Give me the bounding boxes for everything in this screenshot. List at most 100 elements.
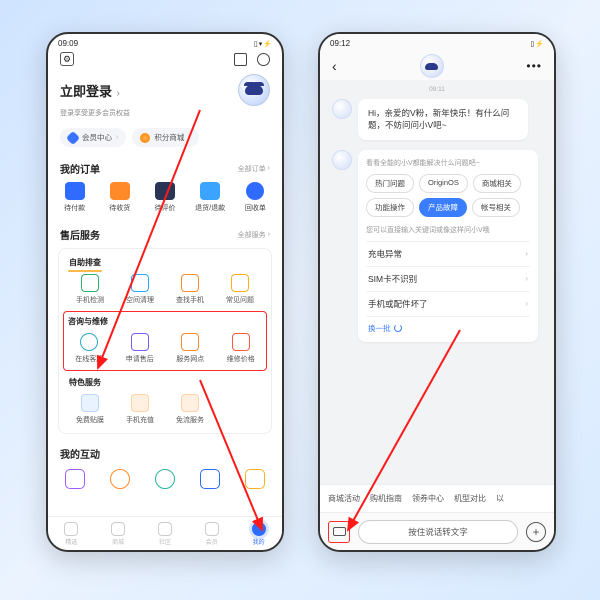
- chevron-right-icon: ›: [268, 231, 270, 238]
- status-time: 09:12: [330, 39, 350, 48]
- quick-charge[interactable]: 充电异常›: [366, 241, 530, 266]
- interact-row: [48, 463, 282, 491]
- suggestion-row: 商城活动 购机指南 领券中心 机型对比 以: [320, 484, 554, 512]
- greeting-row: Hi，亲爱的V粉，新年快乐！有什么问题，不妨问问小V吧~: [320, 97, 554, 148]
- chip-originos[interactable]: OriginOS: [419, 174, 468, 193]
- card-row: 看看全能的小V都能解决什么问题吧~ 热门问题 OriginOS 商城相关 功能操…: [320, 148, 554, 350]
- bot-avatar-small: [332, 99, 352, 119]
- bot-avatar-small: [332, 150, 352, 170]
- interact-item[interactable]: [200, 469, 220, 489]
- greeting-bubble: Hi，亲爱的V粉，新年快乐！有什么问题，不妨问问小V吧~: [358, 99, 528, 140]
- avatar[interactable]: [238, 74, 270, 106]
- phone-icon: [81, 274, 99, 292]
- chip-function[interactable]: 功能操作: [366, 198, 414, 217]
- data-icon: [181, 394, 199, 412]
- free-data[interactable]: 免流服务: [168, 394, 212, 425]
- suggest-item[interactable]: 领券中心: [412, 493, 444, 504]
- search-icon[interactable]: [257, 53, 270, 66]
- chip-account[interactable]: 帐号相关: [472, 198, 520, 217]
- repair-price[interactable]: 维修价格: [219, 333, 263, 364]
- back-button[interactable]: ‹: [332, 58, 337, 74]
- headset-icon: [80, 333, 98, 351]
- pill-label: 会员中心: [82, 132, 112, 143]
- interact-item[interactable]: [245, 469, 265, 489]
- order-pending-receive[interactable]: 待收货: [99, 182, 140, 213]
- voice-input[interactable]: 按住说话转文字: [358, 520, 518, 544]
- chevron-right-icon: ›: [268, 165, 270, 172]
- repair-row: 在线客服 申请售后 服务网点 维修价格: [64, 329, 266, 370]
- settings-icon[interactable]: ⚙: [60, 52, 74, 66]
- diamond-icon: [205, 522, 219, 536]
- orders-more[interactable]: 全部订单›: [238, 164, 270, 174]
- order-pending-pay[interactable]: 待付款: [54, 182, 95, 213]
- special-row: 免费贴膜 手机充值 免流服务: [65, 390, 265, 431]
- free-film[interactable]: 免费贴膜: [68, 394, 112, 425]
- chip-mall[interactable]: 商城相关: [473, 174, 521, 193]
- after-more[interactable]: 全部服务›: [238, 230, 270, 240]
- status-icons: ▯⚡: [529, 39, 544, 48]
- suggest-item[interactable]: 商城活动: [328, 493, 360, 504]
- orders-row: 待付款 待收货 待评价 退货/退款 回收单: [48, 178, 282, 219]
- section-title: 售后服务: [60, 227, 100, 242]
- order-recycle[interactable]: 回收单: [235, 182, 276, 213]
- chevron-right-icon: ›: [525, 299, 528, 308]
- broom-icon: [131, 274, 149, 292]
- quick-sim[interactable]: SIM卡不识别›: [366, 266, 530, 291]
- member-center-pill[interactable]: 会员中心›: [60, 128, 126, 147]
- login-row[interactable]: 立即登录 ›: [48, 66, 282, 108]
- tab-bar: 精选 商城 社区 会员 我的: [48, 516, 282, 550]
- more-icon[interactable]: •••: [526, 59, 542, 73]
- phone-check[interactable]: 手机检测: [68, 274, 112, 305]
- tab-member[interactable]: 会员: [205, 522, 219, 546]
- interact-item[interactable]: [65, 469, 85, 489]
- film-icon: [81, 394, 99, 412]
- suggest-item[interactable]: 购机指南: [370, 493, 402, 504]
- phone-recharge[interactable]: 手机充值: [118, 394, 162, 425]
- refund-icon: [200, 182, 220, 200]
- quick-broken[interactable]: 手机或配件坏了›: [366, 291, 530, 316]
- online-service[interactable]: 在线客服: [67, 333, 111, 364]
- chip-hot[interactable]: 热门问题: [366, 174, 414, 193]
- faq[interactable]: 常见问题: [218, 274, 262, 305]
- interact-head: 我的互动: [48, 438, 282, 463]
- login-title: 立即登录: [60, 84, 112, 99]
- find-phone[interactable]: 查找手机: [168, 274, 212, 305]
- section-title: 我的订单: [60, 161, 100, 176]
- tab-featured[interactable]: 精选: [64, 522, 78, 546]
- status-bar: 09:09 ▯▾⚡: [48, 34, 282, 50]
- suggest-item[interactable]: 机型对比: [454, 493, 486, 504]
- right-phone: 09:12 ▯⚡ ‹ ••• 09:11 Hi，亲爱的V粉，新年快乐！有什么问题…: [318, 32, 556, 552]
- section-title: 我的互动: [60, 446, 100, 461]
- service-point[interactable]: 服务网点: [168, 333, 212, 364]
- space-clean[interactable]: 空间清理: [118, 274, 162, 305]
- tab-mine[interactable]: 我的: [252, 522, 266, 546]
- chevron-right-icon: ›: [525, 274, 528, 283]
- tab-shop[interactable]: 商城: [111, 522, 125, 546]
- bot-avatar[interactable]: [420, 54, 444, 78]
- chevron-right-icon: ›: [188, 134, 190, 141]
- order-pending-review[interactable]: 待评价: [145, 182, 186, 213]
- apply-after-sale[interactable]: 申请售后: [118, 333, 162, 364]
- tab-community[interactable]: 社区: [158, 522, 172, 546]
- recycle-icon: [246, 182, 264, 200]
- chip-wrap: 热门问题 OriginOS 商城相关 功能操作 产品故障 帐号相关: [366, 174, 530, 217]
- chip-product-fault[interactable]: 产品故障: [419, 198, 467, 217]
- community-icon: [158, 522, 172, 536]
- tag-icon: [232, 333, 250, 351]
- points-mall-pill[interactable]: 积分商城›: [132, 128, 198, 147]
- orders-head: 我的订单 全部订单›: [48, 153, 282, 178]
- plus-button[interactable]: +: [526, 522, 546, 542]
- keyboard-toggle[interactable]: [328, 521, 350, 543]
- order-refund[interactable]: 退货/退款: [190, 182, 231, 213]
- login-subtitle: 登录享受更多会员权益: [48, 108, 282, 122]
- refresh-batch[interactable]: 换一批: [366, 316, 530, 334]
- bag-icon: [111, 522, 125, 536]
- interact-item[interactable]: [110, 469, 130, 489]
- suggest-item[interactable]: 以: [496, 493, 504, 504]
- interact-item[interactable]: [155, 469, 175, 489]
- cart-icon[interactable]: [234, 53, 247, 66]
- after-head: 售后服务 全部服务›: [48, 219, 282, 244]
- quick-pills: 会员中心› 积分商城›: [48, 122, 282, 153]
- chevron-right-icon: ›: [117, 88, 120, 99]
- heart-icon: [64, 522, 78, 536]
